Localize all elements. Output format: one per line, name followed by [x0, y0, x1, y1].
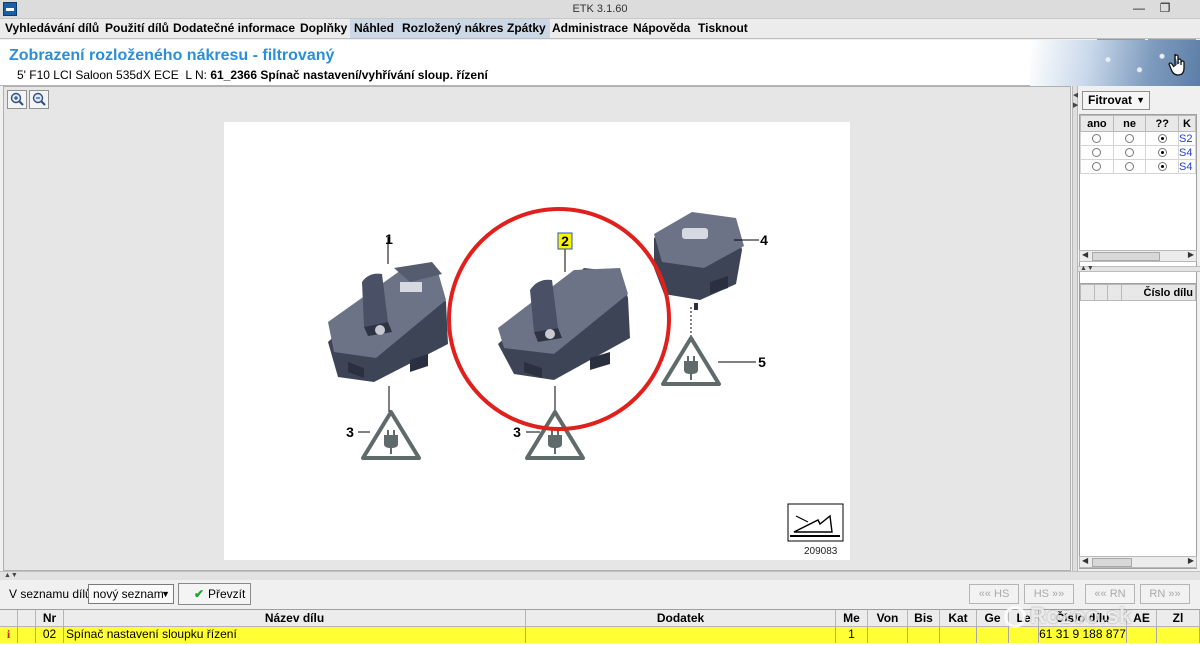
row-me: 1 — [836, 627, 868, 643]
list-horizontal-scrollbar[interactable]: ◀ ▶ — [1079, 556, 1197, 568]
ln-label: L N: — [185, 68, 207, 82]
row-part-number: 61 31 9 188 877 — [1039, 627, 1127, 643]
filter-code[interactable]: S4 — [1178, 145, 1196, 160]
column-me[interactable]: Me — [836, 610, 868, 627]
watermark-circle-icon — [1004, 606, 1026, 629]
chevron-down-icon: ▼ — [161, 589, 170, 599]
radio-yes[interactable] — [1092, 148, 1102, 158]
connector-warning-icon — [361, 410, 421, 460]
menu-item-exploded-drawing[interactable]: Rozložený nákres — [398, 19, 508, 38]
horizontal-splitter[interactable]: ▲▼ — [0, 571, 1200, 580]
nav-next-rn-button[interactable]: RN »» — [1140, 584, 1190, 604]
column-no[interactable]: ne — [1112, 115, 1147, 132]
parts-list-select-value: nový seznam — [93, 587, 164, 601]
radio-yes[interactable] — [1092, 162, 1102, 172]
menu-item-back[interactable]: Zpátky — [503, 19, 550, 38]
part-switch-2[interactable] — [498, 268, 630, 380]
menu-item-additional-info[interactable]: Dodatečné informace — [169, 19, 299, 38]
part-switch-1[interactable] — [328, 262, 448, 382]
zoom-out-icon — [32, 92, 46, 106]
zoom-in-icon — [10, 92, 24, 106]
drawing-number: 209083 — [804, 546, 838, 557]
transfer-button-label: Převzít — [208, 587, 246, 601]
radio-unknown[interactable] — [1157, 148, 1167, 158]
radio-no[interactable] — [1125, 134, 1135, 144]
menu-item-part-search[interactable]: Vyhledávání dílů — [1, 19, 103, 38]
checkmark-icon: ✔ — [194, 587, 205, 601]
header-decoration — [1030, 40, 1200, 86]
column-addition[interactable]: Dodatek — [526, 610, 836, 627]
filter-row: S4 — [1080, 145, 1196, 160]
callout-3a[interactable]: 3 — [346, 424, 354, 440]
part-number-list: Číslo dílu — [1079, 283, 1197, 569]
menu-item-print[interactable]: Tisknout — [694, 19, 752, 38]
nav-prev-rn-button[interactable]: «« RN — [1085, 584, 1135, 604]
menu-item-administration[interactable]: Administrace — [548, 19, 632, 38]
zoom-out-button[interactable] — [29, 90, 49, 109]
title-bar: ETK 3.1.60 — ❐ — [0, 0, 1200, 19]
chevron-down-icon: ▼ — [1136, 95, 1145, 105]
info-icon[interactable]: i — [0, 627, 18, 643]
hand-cursor-icon — [1168, 54, 1185, 76]
column-part-name[interactable]: Název dílu — [64, 610, 526, 627]
menu-bar: Vyhledávání dílů Použití dílů Dodatečné … — [0, 19, 1200, 57]
vehicle-description: 5' F10 LCI Saloon 535dX ECE — [17, 68, 179, 82]
connector-warning-icon — [525, 410, 585, 460]
zoom-in-button[interactable] — [7, 90, 27, 109]
parts-list-select[interactable]: nový seznam ▼ — [88, 584, 174, 604]
column-bis[interactable]: Bis — [908, 610, 940, 627]
drawing-panel: 1 2 3 3 4 5 209083 — [3, 86, 1071, 571]
radio-yes[interactable] — [1092, 134, 1102, 144]
page-header: Zobrazení rozloženého nákresu - filtrova… — [0, 40, 1200, 86]
filter-panel: Fitrovat ▼ ano ne ?? K S2 S4 S4 ◀ ▶ ▲▼ Č… — [1078, 86, 1200, 571]
drawing-reference-icon — [787, 503, 844, 542]
filter-row: S4 — [1080, 159, 1196, 174]
column-nr[interactable]: Nr — [36, 610, 64, 627]
callout-3b[interactable]: 3 — [513, 424, 521, 440]
menu-item-part-usage[interactable]: Použití dílů — [101, 19, 173, 38]
exploded-drawing: 1 2 3 3 4 5 — [328, 207, 844, 542]
filter-dropdown[interactable]: Fitrovat ▼ — [1082, 91, 1150, 110]
column-part-number[interactable]: Číslo dílu — [1120, 284, 1197, 301]
column-unknown[interactable]: ?? — [1145, 115, 1180, 132]
menu-item-preview[interactable]: Náhled — [350, 19, 399, 38]
radio-no[interactable] — [1125, 148, 1135, 158]
connector-warning-icon — [661, 336, 721, 386]
row-part-name: Spínač nastavení sloupku řízení — [64, 627, 526, 643]
callout-5[interactable]: 5 — [758, 354, 766, 370]
column-von[interactable]: Von — [868, 610, 908, 627]
radio-no[interactable] — [1125, 162, 1135, 172]
callout-4[interactable]: 4 — [760, 232, 768, 248]
filter-code[interactable]: S2 — [1178, 131, 1196, 146]
column-k[interactable]: K — [1178, 115, 1196, 132]
vehicle-line: 5' F10 LCI Saloon 535dX ECE L N: 61_2366… — [17, 68, 488, 82]
window-title: ETK 3.1.60 — [572, 3, 628, 15]
ln-value: 61_2366 Spínač nastavení/vyhřívání sloup… — [210, 68, 488, 82]
page-title: Zobrazení rozloženého nákresu - filtrova… — [9, 47, 335, 64]
transfer-button[interactable]: ✔ Převzít — [178, 583, 251, 605]
watermark-logo: Rozoo.sk — [1004, 603, 1132, 629]
radio-unknown[interactable] — [1157, 134, 1167, 144]
filter-dropdown-label: Fitrovat — [1088, 93, 1133, 107]
nav-next-hs-button[interactable]: HS »» — [1024, 584, 1074, 604]
column-yes[interactable]: ano — [1080, 115, 1114, 132]
exploded-drawing-canvas[interactable]: 1 2 3 3 4 5 209083 — [224, 122, 850, 560]
panel-splitter[interactable]: ▲▼ — [1078, 265, 1200, 272]
watermark-text: Rozoo.sk — [1030, 603, 1132, 628]
callout-1[interactable]: 1 — [385, 231, 393, 247]
row-nr: 02 — [36, 627, 64, 643]
column-zl[interactable]: Zl — [1157, 610, 1200, 627]
filter-code[interactable]: S4 — [1178, 159, 1196, 174]
row-addition — [526, 627, 836, 643]
nav-prev-hs-button[interactable]: «« HS — [969, 584, 1019, 604]
column-kat[interactable]: Kat — [940, 610, 977, 627]
menu-item-accessories[interactable]: Doplňky — [296, 19, 351, 38]
list-label: V seznamu dílů — [9, 587, 92, 601]
maximize-button[interactable]: ❐ — [1150, 0, 1180, 18]
filter-row: S2 — [1080, 131, 1196, 146]
filter-horizontal-scrollbar[interactable]: ◀ ▶ — [1079, 250, 1197, 262]
menu-item-help[interactable]: Nápověda — [629, 19, 694, 38]
radio-unknown[interactable] — [1157, 162, 1167, 172]
callout-2[interactable]: 2 — [561, 233, 569, 249]
